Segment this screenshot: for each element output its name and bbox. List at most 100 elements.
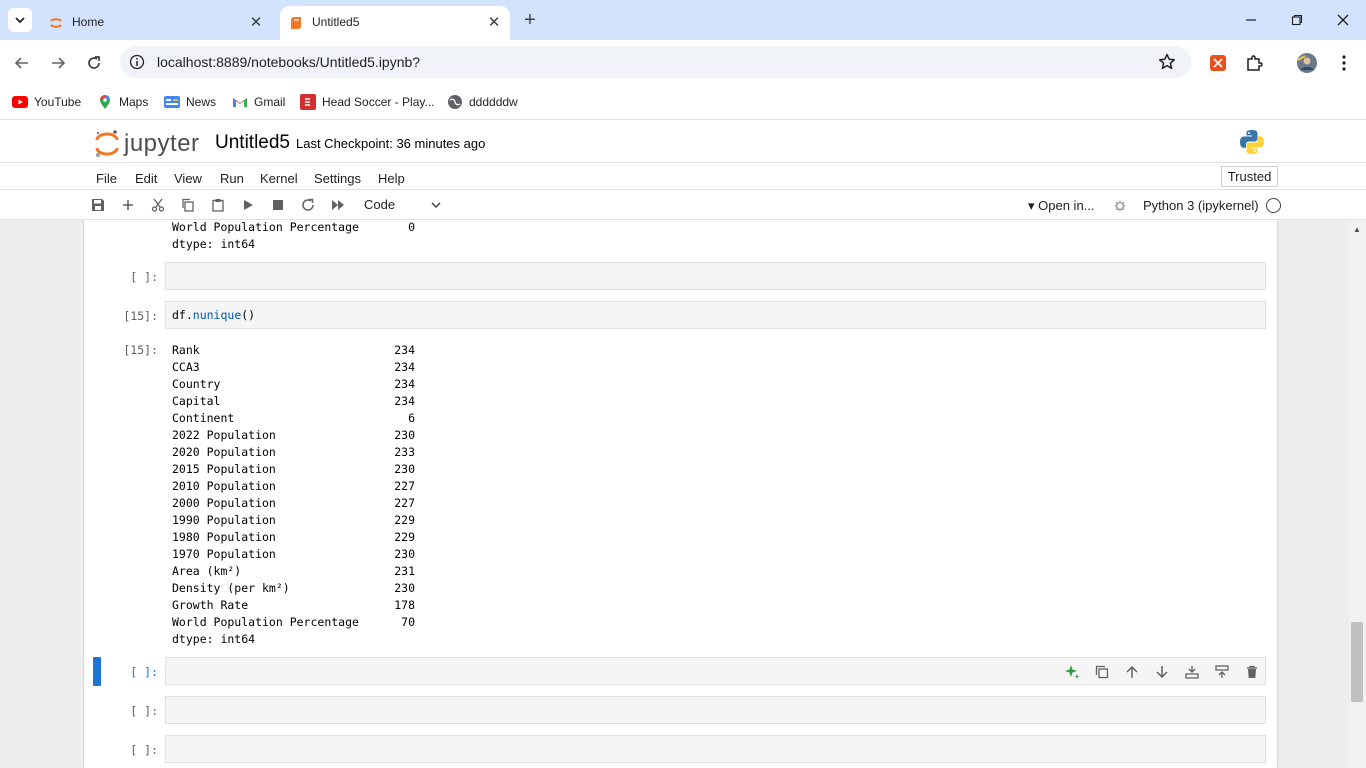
browser-menu-icon[interactable] [1333,52,1355,74]
bookmark-label: News [186,95,217,109]
gmail-icon [232,94,248,110]
bookmark-news[interactable]: News [164,92,216,112]
code-object: df. [172,308,193,322]
output-row-label: 2010 Population [172,479,276,493]
open-in-label: Open in... [1038,198,1095,213]
move-cell-up-icon[interactable] [1124,664,1140,680]
menu-help[interactable]: Help [378,171,405,186]
jupyter-wordmark: jupyter [124,130,200,157]
menu-view[interactable]: View [174,171,202,186]
interrupt-kernel-icon[interactable] [270,197,286,213]
tab-search-dropdown-icon[interactable] [8,8,32,32]
output-dtype: dtype: int64 [172,237,256,251]
code-cell-input[interactable]: df.nunique() [165,301,1266,329]
scrollbar-thumb[interactable] [1351,622,1363,702]
sparkle-ai-icon[interactable] [1064,664,1080,680]
delete-cell-icon[interactable] [1244,664,1260,680]
extensions-puzzle-icon[interactable] [1243,52,1265,74]
notebook-area: World Population Percentage 0 dtype: int… [0,220,1366,768]
chevron-down-icon [430,199,442,214]
output-row-label: Growth Rate [172,598,249,612]
url-text[interactable]: localhost:8889/notebooks/Untitled5.ipynb… [157,54,420,70]
reload-icon[interactable] [83,52,105,74]
bookmark-maps[interactable]: Maps [97,92,148,112]
new-tab-icon[interactable]: + [520,10,540,30]
close-window-icon[interactable] [1333,10,1353,30]
bookmark-gmail[interactable]: Gmail [232,92,285,112]
bookmark-ddddddw[interactable]: ddddddw [447,92,518,112]
copy-icon[interactable] [180,197,196,213]
bookmark-label: Gmail [254,95,286,109]
duplicate-cell-icon[interactable] [1094,664,1110,680]
site-info-icon[interactable] [129,54,145,70]
menu-run[interactable]: Run [220,171,244,186]
code-cell-input[interactable] [165,262,1266,290]
code-cell-input[interactable] [165,735,1266,763]
menu-settings[interactable]: Settings [314,171,361,186]
open-in-dropdown[interactable]: ▾ Open in... [1028,198,1095,214]
output-dtype: dtype: int64 [172,632,256,646]
output-row-label: 1970 Population [172,547,276,561]
bookmark-star-icon[interactable] [1157,52,1177,72]
insert-cell-above-icon[interactable] [1184,664,1200,680]
move-cell-down-icon[interactable] [1154,664,1170,680]
bookmarks-bar: YouTube Maps News Gmail Head Soccer - Pl… [0,86,1366,120]
youtube-icon [12,94,28,110]
save-icon[interactable] [90,197,106,213]
paste-icon[interactable] [210,197,226,213]
notebook-title[interactable]: Untitled5 [215,132,290,154]
output-row-value: 0 [408,220,415,234]
bookmark-label: Head Soccer - Play... [322,95,435,109]
extension-red-icon[interactable] [1207,52,1229,74]
output-row-value: 229 [394,513,415,527]
run-cell-icon[interactable] [240,197,256,213]
cell-prompt: [ ]: [130,270,158,284]
output-row-label: 2000 Population [172,496,276,510]
output-row-value: 231 [394,564,415,578]
cut-icon[interactable] [150,197,166,213]
scroll-up-icon[interactable]: ▲ [1353,225,1361,234]
tab-untitled5[interactable]: Untitled5 ✕ [280,6,510,40]
address-bar[interactable]: localhost:8889/notebooks/Untitled5.ipynb… [120,46,1191,78]
output-row-label: 2015 Population [172,462,276,476]
profile-avatar[interactable] [1296,52,1318,74]
kernel-settings-icon[interactable] [1114,199,1126,212]
output-row-value: 233 [394,445,415,459]
cell-type-select[interactable]: Code [356,196,444,215]
restart-run-all-icon[interactable] [330,197,346,213]
cell-prompt: [ ]: [130,743,158,757]
output-row-label: Capital [172,394,221,408]
menu-file[interactable]: File [96,171,117,186]
insert-cell-icon[interactable] [120,197,136,213]
menu-kernel[interactable]: Kernel [260,171,298,186]
restore-icon[interactable] [1287,10,1307,30]
output-row-value: 230 [394,547,415,561]
close-tab-icon[interactable]: ✕ [486,15,502,31]
tab-label: Home [72,15,105,29]
tab-home[interactable]: Home ✕ [40,6,272,40]
tab-label: Untitled5 [312,15,360,29]
minimize-icon[interactable] [1241,10,1261,30]
head-soccer-icon [300,94,316,110]
kernel-status-icon [1266,198,1281,213]
code-cell-input-active[interactable] [165,657,1266,685]
bookmark-head-soccer[interactable]: Head Soccer - Play... [300,92,435,112]
close-tab-icon[interactable]: ✕ [248,15,264,31]
code-cell-input[interactable] [165,696,1266,724]
kernel-name[interactable]: Python 3 (ipykernel) [1143,198,1259,213]
output-row-label: CCA3 [172,360,200,374]
browser-tab-bar: Home ✕ Untitled5 ✕ + [0,0,1366,40]
code-function: nunique [192,308,242,322]
forward-icon[interactable] [47,52,69,74]
bookmark-youtube[interactable]: YouTube [12,92,81,112]
output-row-label: Density (per km²) [172,581,290,595]
output-row-value: 230 [394,581,415,595]
restart-kernel-icon[interactable] [300,197,316,213]
back-icon[interactable] [11,52,33,74]
output-row-label: 1980 Population [172,530,276,544]
notebook-scrollbar[interactable]: ▲ [1349,220,1366,768]
menu-edit[interactable]: Edit [135,171,157,186]
jupyter-logo[interactable]: jupyter [94,127,204,157]
insert-cell-below-icon[interactable] [1214,664,1230,680]
trusted-indicator[interactable]: Trusted [1221,166,1278,187]
